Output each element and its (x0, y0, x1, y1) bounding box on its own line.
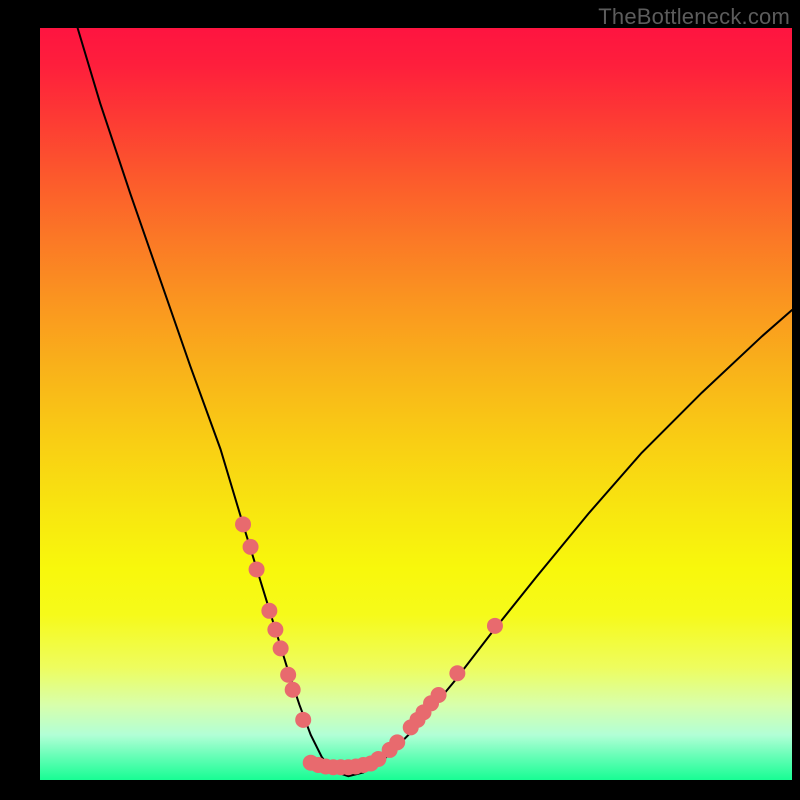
data-marker (285, 682, 301, 698)
curve-svg (40, 28, 792, 780)
data-marker (243, 539, 259, 555)
chart-frame: TheBottleneck.com (0, 0, 800, 800)
data-marker (249, 561, 265, 577)
data-marker (280, 667, 296, 683)
data-marker (389, 734, 405, 750)
watermark-text: TheBottleneck.com (598, 4, 790, 30)
data-marker (235, 516, 251, 532)
data-marker (261, 603, 277, 619)
data-marker (431, 687, 447, 703)
data-marker (487, 618, 503, 634)
data-marker (267, 622, 283, 638)
marker-group (235, 516, 503, 775)
plot-area (40, 28, 792, 780)
data-marker (449, 665, 465, 681)
bottleneck-curve (78, 28, 792, 776)
data-marker (295, 712, 311, 728)
data-marker (273, 640, 289, 656)
